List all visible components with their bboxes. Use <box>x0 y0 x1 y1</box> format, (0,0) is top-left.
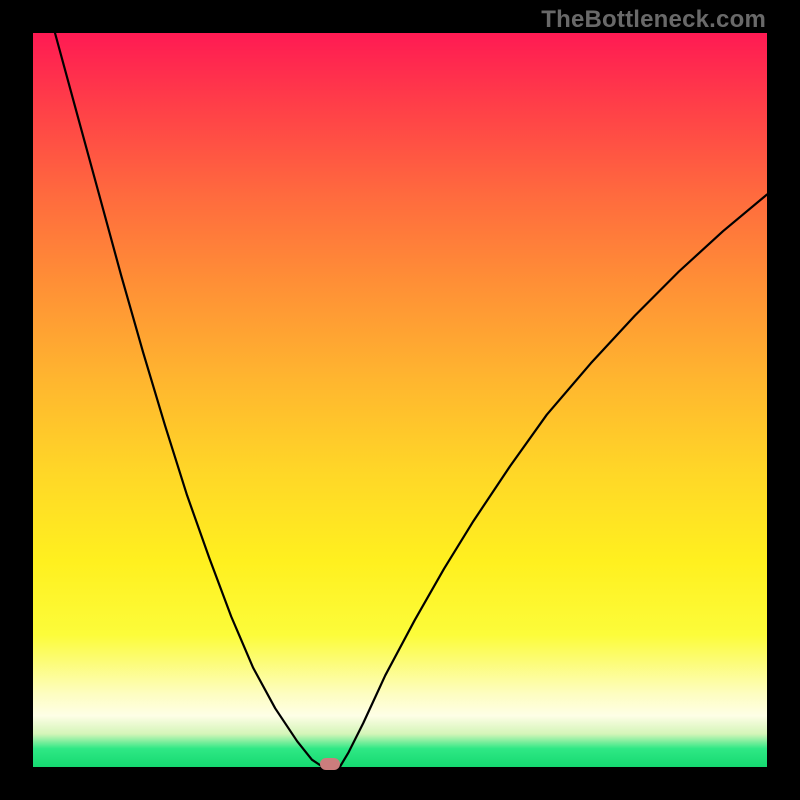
curve-left-branch <box>55 33 323 767</box>
chart-area <box>33 33 767 767</box>
curve-right-branch <box>340 195 767 768</box>
bottleneck-curve <box>33 33 767 767</box>
minimum-marker <box>320 758 340 770</box>
watermark-text: TheBottleneck.com <box>541 6 766 34</box>
